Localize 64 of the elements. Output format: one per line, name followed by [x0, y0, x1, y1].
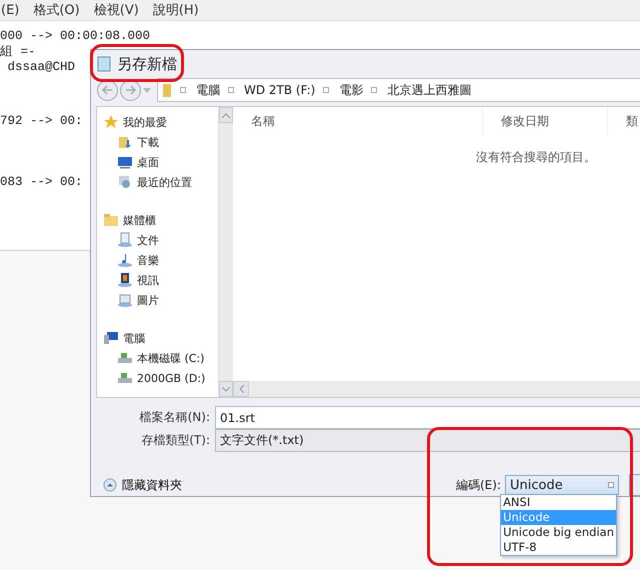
dropdown[interactable]: 文字文件(*.txt)	[215, 429, 640, 452]
folder-icon	[162, 82, 172, 98]
documents-icon	[117, 232, 133, 248]
star-icon	[103, 114, 119, 130]
menu-item[interactable]: 格式(O)	[32, 1, 81, 19]
forward-arrow-icon	[125, 85, 136, 95]
nav-item[interactable]: 本機磁碟 (C:)	[97, 348, 218, 368]
dropdown-option[interactable]: UTF-8	[501, 540, 616, 555]
pictures-icon	[117, 292, 133, 308]
breadcrumb[interactable]: 電腦	[196, 82, 220, 98]
library-icon	[103, 212, 119, 228]
encoding-dropdown[interactable]: Unicode	[505, 475, 619, 495]
menu-item[interactable]: 檢視(V)	[92, 1, 140, 19]
nav-item[interactable]: 媒體櫃	[97, 210, 218, 230]
nav-item[interactable]: 電腦	[97, 328, 218, 348]
breadcrumb[interactable]: 電影	[339, 82, 364, 98]
chevron-up-icon[interactable]	[222, 112, 230, 118]
field-label: 存檔類型(T):	[140, 432, 211, 449]
hide-folders-button[interactable]: 隱藏資料夾	[103, 476, 182, 494]
address-bar[interactable]: 電腦 WD 2TB (F:) 電影 北京遇上西雅圖	[157, 78, 640, 102]
breadcrumb[interactable]: WD 2TB (F:)	[244, 83, 316, 97]
chevron-down-icon[interactable]	[222, 386, 230, 392]
downloads-icon	[117, 134, 133, 150]
drive-icon	[117, 350, 133, 366]
scrollbar[interactable]	[233, 381, 640, 397]
collapse-icon	[103, 478, 117, 492]
nav-item[interactable]: 圖片	[97, 290, 218, 310]
nav-item[interactable]: 文件	[97, 230, 218, 250]
dropdown-option[interactable]: Unicode big endian	[501, 525, 616, 540]
recent-icon	[117, 174, 133, 190]
nav-item[interactable]: 下載	[97, 132, 218, 152]
drive-icon	[117, 370, 133, 386]
text-line: 792 --> 00:	[0, 114, 83, 129]
text-line: 000 --> 00:00:08.000	[0, 29, 150, 44]
column-header[interactable]: 修改日期	[483, 107, 608, 135]
video-icon	[117, 272, 133, 288]
input-field[interactable]: 01.srt	[215, 406, 640, 429]
dropdown-option[interactable]: ANSI	[501, 495, 616, 510]
breadcrumb[interactable]: 北京遇上西雅圖	[387, 82, 472, 98]
back-arrow-icon	[102, 85, 113, 95]
nav-item[interactable]: 音樂	[97, 250, 218, 270]
nav-item[interactable]: 桌面	[97, 152, 218, 172]
window-title: 另存新檔	[117, 54, 177, 74]
text-line: 083 --> 00:	[0, 175, 83, 190]
text-line: dssaa@CHD	[6, 60, 76, 76]
field-label: 檔案名稱(N):	[138, 409, 211, 426]
music-icon	[117, 252, 133, 268]
nav-item[interactable]: 視訊	[97, 270, 218, 290]
notepad-icon	[97, 56, 111, 72]
field-label: 編碼(E):	[456, 476, 501, 494]
caret-icon[interactable]	[143, 88, 151, 92]
column-header[interactable]: 類	[608, 107, 640, 135]
text-line: 組 =-	[0, 44, 36, 60]
nav-item[interactable]: 2000GB (D:)	[97, 368, 218, 388]
chevron-left-icon[interactable]	[238, 385, 244, 393]
menu-item[interactable]: 說明(H)	[152, 1, 200, 19]
desktop-icon	[117, 154, 133, 170]
computer-icon	[103, 330, 119, 346]
nav-item[interactable]: 我的最愛	[97, 112, 218, 132]
nav-item[interactable]: 最近的位置	[97, 172, 218, 192]
menu-item[interactable]: (E)	[0, 2, 20, 18]
scrollbar[interactable]	[218, 107, 233, 397]
column-header[interactable]: 名稱	[233, 107, 483, 135]
empty-message: 沒有符合搜尋的項目。	[476, 149, 596, 166]
